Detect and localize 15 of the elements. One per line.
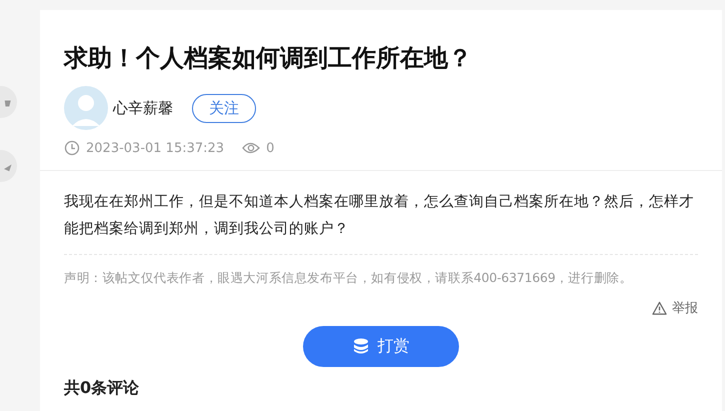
post-time: 2023-03-01 15:37:23 (86, 140, 224, 156)
author-name[interactable]: 心辛薪馨 (113, 98, 173, 118)
post-title: 求助！个人档案如何调到工作所在地？ (64, 43, 473, 74)
disclaimer: 声明：该帖文仅代表作者，眼遇大河系信息发布平台，如有侵权，请联系400-6371669，进行删除。 (64, 269, 634, 287)
view-count: 0 (266, 140, 274, 156)
follow-button[interactable]: 关注 (192, 94, 256, 122)
post-body: 我现在在郑州工作，但是不知道本人档案在哪里放着，怎么查询自己档案所在地？然后，怎样才能把档案给调到郑州，调到我公司的账户？ (64, 189, 698, 255)
coins-icon (352, 338, 368, 355)
avatar (64, 86, 108, 130)
clock-icon (64, 140, 80, 156)
tip-button[interactable]: 打赏 (303, 326, 459, 367)
report-button[interactable]: 举报 (652, 299, 698, 317)
eye-icon (242, 140, 260, 156)
warning-icon (652, 300, 667, 316)
comments-heading: 共0条评论 (64, 379, 140, 397)
